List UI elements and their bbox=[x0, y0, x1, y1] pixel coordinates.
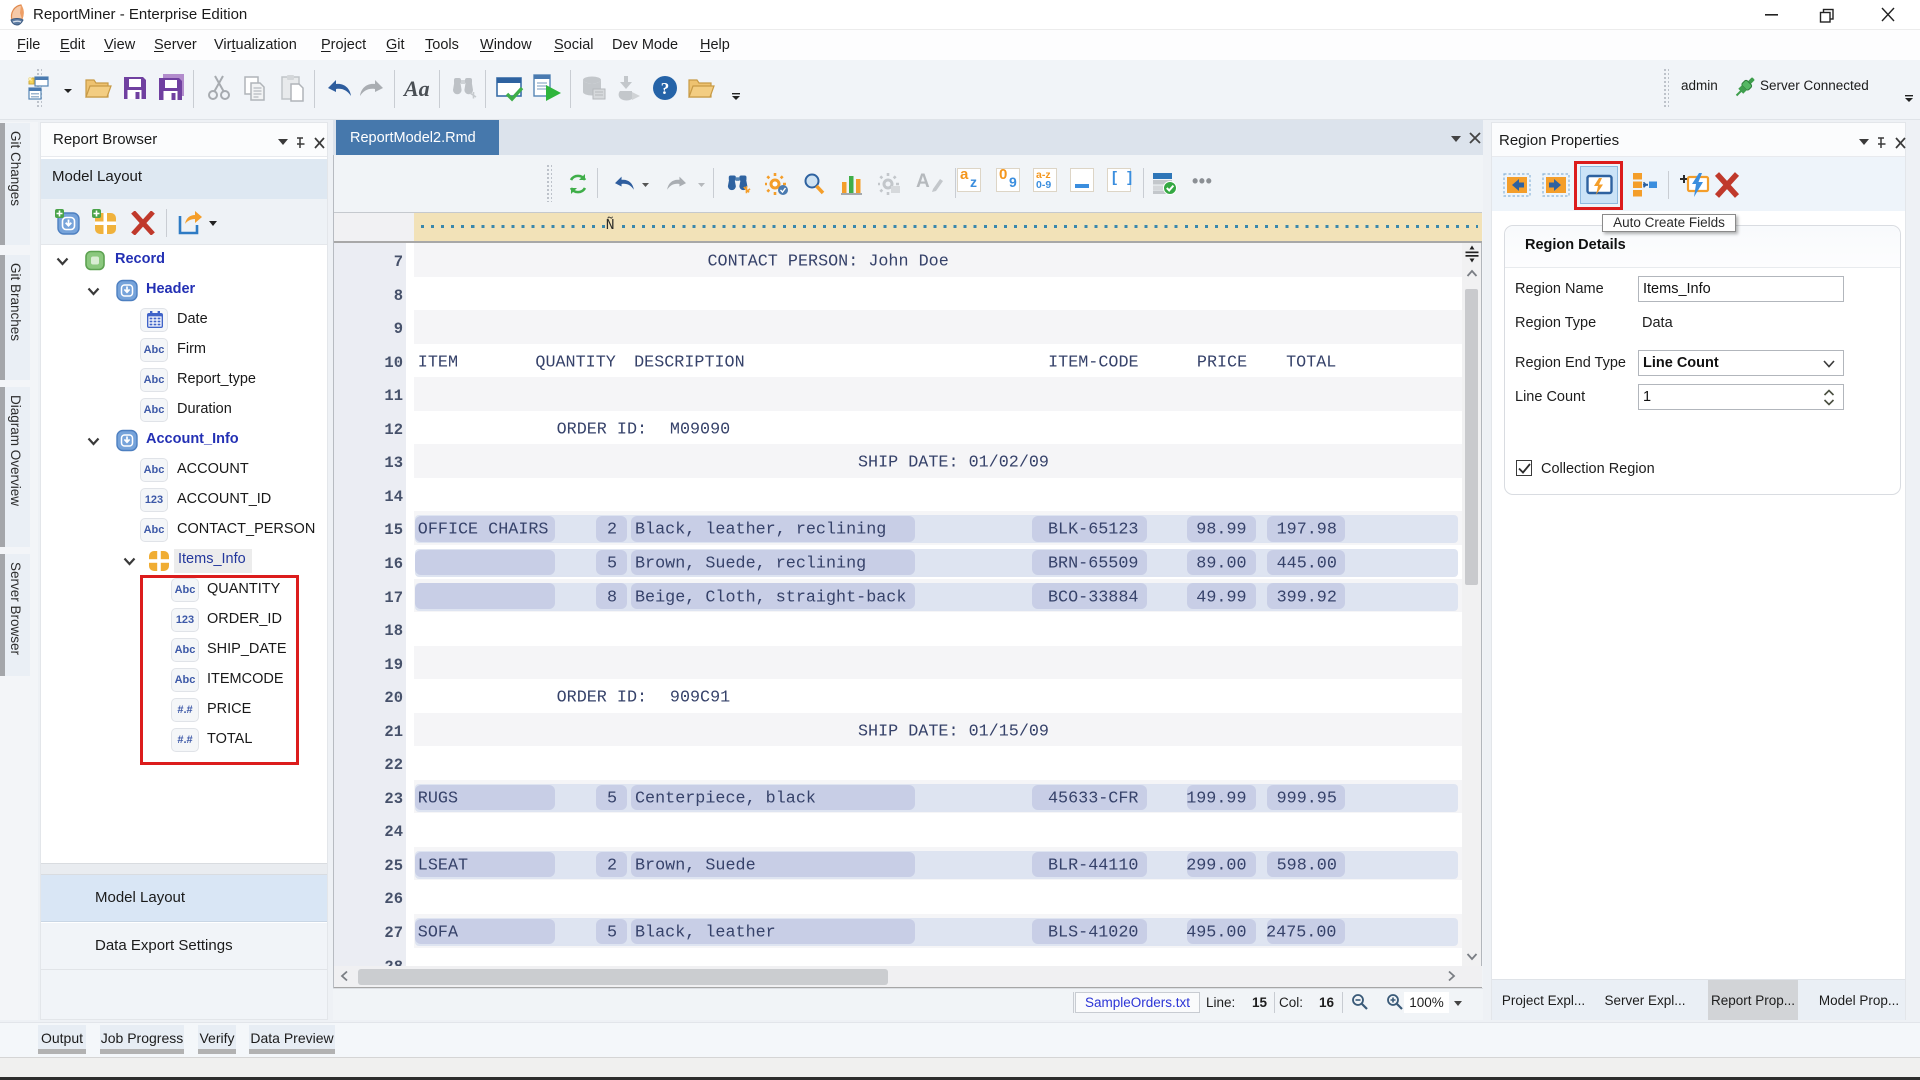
svg-text:?: ? bbox=[661, 79, 670, 98]
